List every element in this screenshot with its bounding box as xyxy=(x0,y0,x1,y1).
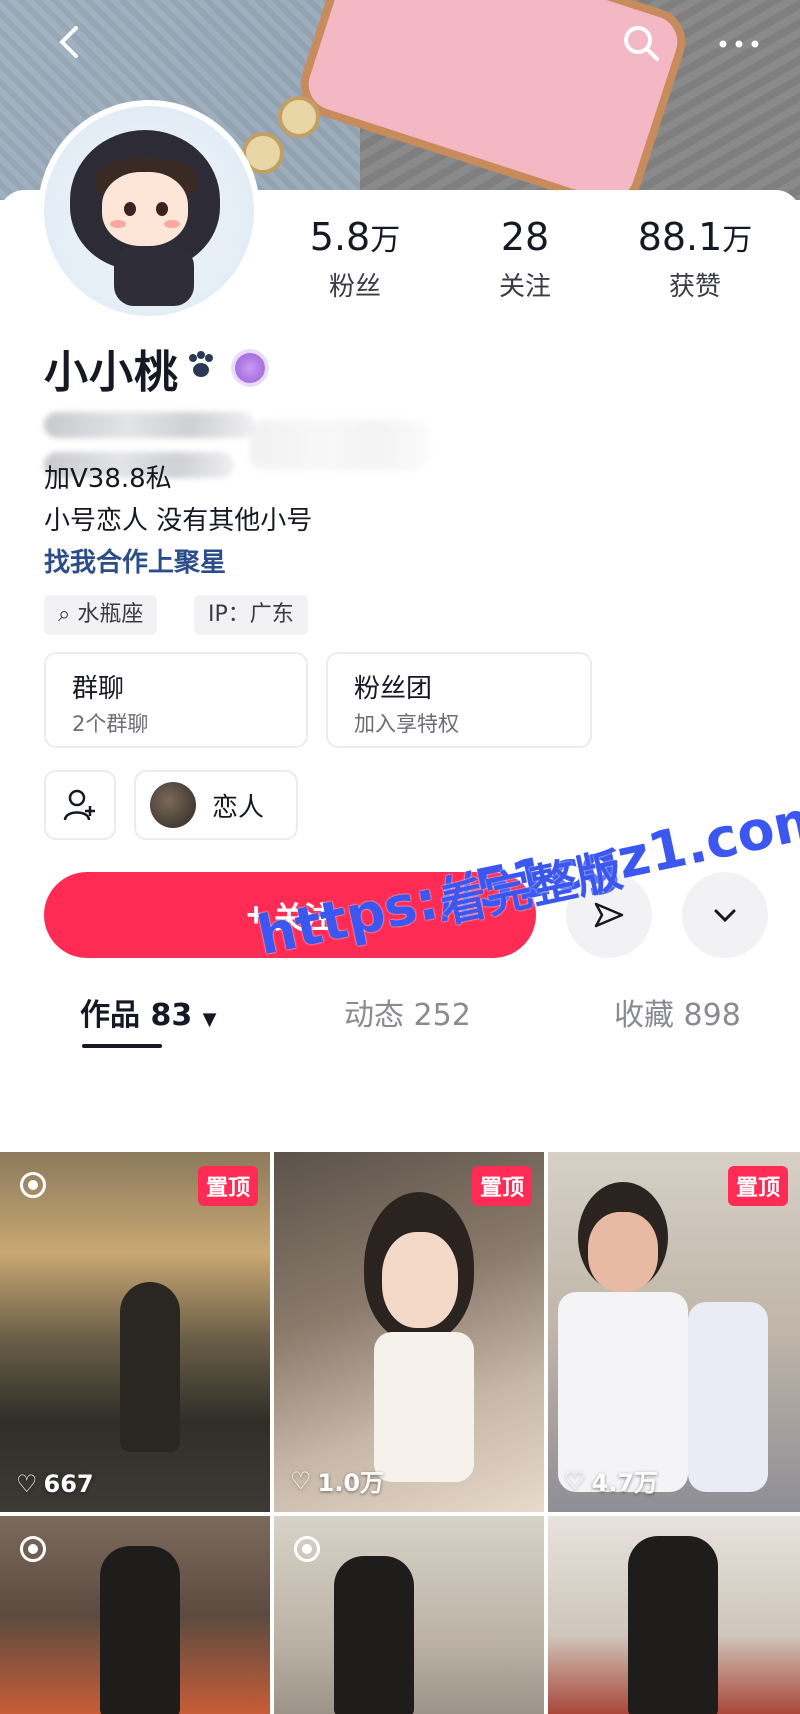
video-tile[interactable]: 置顶 ♡ 4.7万 xyxy=(548,1152,800,1512)
add-person-icon xyxy=(63,789,95,821)
search-small-icon: ⌕ xyxy=(58,602,78,627)
cooperation-link[interactable]: 找我合作上聚星 xyxy=(44,542,226,579)
bio-line: 加V38.8私 xyxy=(44,464,172,494)
redacted-line xyxy=(44,412,254,438)
pinned-badge: 置顶 xyxy=(727,1166,788,1206)
stat-label: 关注 xyxy=(498,272,551,302)
tag-zodiac[interactable]: ⌕ 水瓶座 xyxy=(44,595,158,635)
live-icon xyxy=(20,1172,46,1198)
stat-fans[interactable]: 5.8万 粉丝 xyxy=(280,214,430,303)
paw-icon xyxy=(185,350,217,387)
stat-following[interactable]: 28 关注 xyxy=(450,214,600,303)
video-tile[interactable] xyxy=(0,1516,270,1714)
video-tile[interactable] xyxy=(548,1516,800,1714)
video-tile[interactable] xyxy=(274,1516,544,1714)
group-chat-title: 群聊 xyxy=(72,674,125,704)
stat-label: 获赞 xyxy=(668,272,721,302)
pinned-badge: 置顶 xyxy=(471,1166,532,1206)
verified-badge-icon[interactable] xyxy=(235,353,265,383)
video-tile[interactable]: 置顶 ♡ 1.0万 xyxy=(274,1152,544,1512)
fan-club-title: 粉丝团 xyxy=(354,674,433,704)
lover-label: 恋人 xyxy=(212,792,265,823)
lover-chip[interactable]: 恋人 xyxy=(134,770,298,840)
like-count: ♡ 667 xyxy=(16,1470,94,1498)
live-icon xyxy=(294,1536,320,1562)
more-icon[interactable] xyxy=(715,22,765,71)
heart-icon: ♡ xyxy=(564,1466,586,1495)
stat-label: 粉丝 xyxy=(328,272,381,302)
chevron-down-icon xyxy=(714,909,736,923)
tab-favorites[interactable]: 收藏 898 xyxy=(614,990,741,1034)
video-tile[interactable]: 置顶 ♡ 667 xyxy=(0,1152,270,1512)
stat-value: 28 xyxy=(500,215,550,259)
add-friend-button[interactable] xyxy=(44,770,116,840)
profile-name: 小小桃 xyxy=(44,347,179,398)
more-options-button[interactable] xyxy=(682,872,768,958)
stat-value: 5.8万 xyxy=(309,215,401,259)
stat-value: 88.1万 xyxy=(637,215,753,259)
caret-down-icon: ▼ xyxy=(202,1009,217,1030)
like-count: ♡ 4.7万 xyxy=(564,1466,659,1498)
group-chat-box[interactable]: 群聊 2个群聊 xyxy=(44,652,308,748)
bio-line: 小号恋人 没有其他小号 xyxy=(44,506,313,536)
live-icon xyxy=(20,1536,46,1562)
redacted-line xyxy=(250,420,430,470)
tag-ip: IP：广东 xyxy=(194,595,308,635)
stat-likes[interactable]: 88.1万 获赞 xyxy=(620,214,770,303)
avatar[interactable] xyxy=(44,106,254,316)
lover-avatar xyxy=(150,782,196,828)
heart-icon: ♡ xyxy=(16,1470,38,1498)
tab-works[interactable]: 作品 83 ▼ xyxy=(80,990,217,1034)
back-arrow-icon[interactable] xyxy=(52,22,86,71)
pinned-badge: 置顶 xyxy=(197,1166,258,1206)
tab-moments[interactable]: 动态 252 xyxy=(344,990,471,1034)
fan-club-sub: 加入享特权 xyxy=(354,712,459,736)
cover-button xyxy=(278,96,320,138)
heart-icon: ♡ xyxy=(290,1466,312,1495)
search-icon[interactable] xyxy=(620,22,662,73)
like-count: ♡ 1.0万 xyxy=(290,1466,385,1498)
fan-club-box[interactable]: 粉丝团 加入享特权 xyxy=(326,652,592,748)
name-row: 小小桃 xyxy=(44,340,265,398)
tab-indicator xyxy=(82,1044,162,1048)
group-chat-sub: 2个群聊 xyxy=(72,712,149,736)
